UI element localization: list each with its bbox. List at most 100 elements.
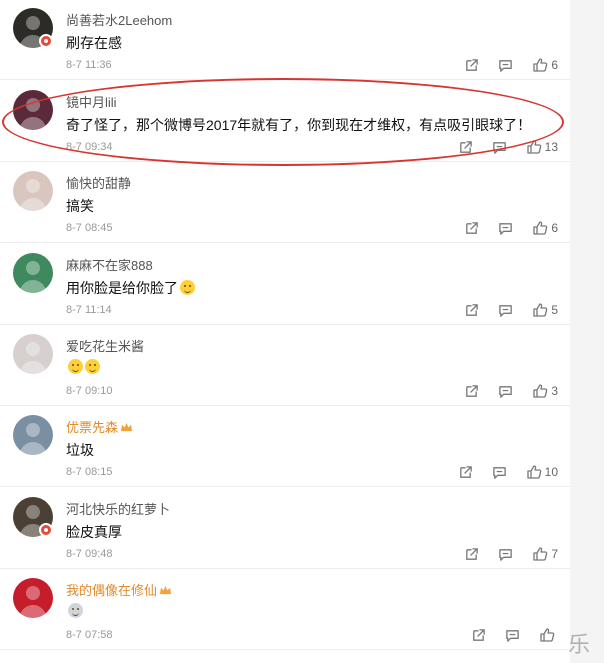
like-button[interactable]: 6 bbox=[532, 57, 558, 73]
username-text[interactable]: 麻麻不在家888 bbox=[66, 258, 153, 273]
avatar[interactable] bbox=[13, 253, 53, 293]
comment-text: 搞笑 bbox=[66, 196, 94, 216]
username[interactable]: 我的偶像在修仙 bbox=[66, 580, 172, 599]
thumbs-up-icon[interactable] bbox=[532, 546, 548, 562]
username[interactable]: 河北快乐的红萝卜 bbox=[66, 499, 170, 518]
emoji-icon bbox=[85, 359, 100, 374]
share-icon[interactable] bbox=[464, 547, 479, 562]
comment-icon[interactable] bbox=[498, 221, 513, 236]
thumbs-up-icon[interactable] bbox=[532, 57, 548, 73]
comment-actions: 5 bbox=[445, 301, 558, 319]
comment-item: 镜中月lili 奇了怪了，那个微博号2017年就有了，你到现在才维权，有点吸引眼球… bbox=[0, 82, 570, 162]
username-text[interactable]: 愉快的甜静 bbox=[66, 176, 131, 191]
comment-icon[interactable] bbox=[498, 384, 513, 399]
emoji-icon bbox=[68, 359, 83, 374]
comment-text bbox=[66, 359, 100, 375]
comment-actions: 7 bbox=[445, 545, 558, 563]
like-button[interactable]: 5 bbox=[532, 302, 558, 318]
thumbs-up-icon[interactable] bbox=[532, 220, 548, 236]
share-icon[interactable] bbox=[464, 58, 479, 73]
username-text[interactable]: 尚善若水2Leehom bbox=[66, 13, 172, 28]
username-text[interactable]: 优票先森 bbox=[66, 420, 118, 435]
avatar[interactable] bbox=[13, 171, 53, 211]
comment-text-content: 奇了怪了，那个微博号2017年就有了，你到现在才维权，有点吸引眼球了！ bbox=[66, 117, 532, 133]
comment-text: 奇了怪了，那个微博号2017年就有了，你到现在才维权，有点吸引眼球了！ bbox=[66, 115, 531, 135]
comment-item: 爱吃花生米酱 8-7 09:10 3 bbox=[0, 326, 570, 406]
username-text[interactable]: 镜中月lili bbox=[66, 95, 117, 110]
username-text[interactable]: 爱吃花生米酱 bbox=[66, 339, 144, 354]
avatar[interactable] bbox=[13, 334, 53, 374]
thumbs-up-icon[interactable] bbox=[526, 464, 542, 480]
share-icon[interactable] bbox=[458, 140, 473, 155]
comment-text: 垃圾 bbox=[66, 440, 94, 460]
comment-text: 刷存在感 bbox=[66, 33, 122, 53]
comment-text-content: 搞笑 bbox=[66, 198, 94, 214]
like-count: 7 bbox=[551, 547, 558, 561]
comment-item: 尚善若水2Leehom 刷存在感 8-7 11:36 6 bbox=[0, 0, 570, 80]
like-button[interactable] bbox=[539, 627, 558, 643]
comment-text bbox=[66, 603, 83, 619]
emoji-icon bbox=[180, 280, 195, 295]
scrollbar-track[interactable] bbox=[570, 0, 604, 663]
comment-icon[interactable] bbox=[492, 140, 507, 155]
comment-text-content: 刷存在感 bbox=[66, 35, 122, 51]
share-icon[interactable] bbox=[458, 465, 473, 480]
username[interactable]: 愉快的甜静 bbox=[66, 173, 131, 192]
like-count: 10 bbox=[544, 465, 558, 479]
vip-crown-icon bbox=[118, 420, 133, 435]
like-button[interactable]: 3 bbox=[532, 383, 558, 399]
comment-timestamp: 8-7 09:10 bbox=[66, 385, 113, 397]
comment-item: 优票先森 垃圾 8-7 08:15 10 bbox=[0, 407, 570, 487]
comment-text: 脸皮真厚 bbox=[66, 522, 122, 542]
comment-timestamp: 8-7 11:14 bbox=[66, 304, 112, 316]
comment-item: 愉快的甜静搞笑 8-7 08:45 6 bbox=[0, 163, 570, 243]
like-button[interactable]: 13 bbox=[526, 139, 558, 155]
avatar[interactable] bbox=[13, 578, 53, 618]
vip-crown-icon bbox=[157, 583, 172, 598]
comment-icon[interactable] bbox=[498, 58, 513, 73]
avatar[interactable] bbox=[13, 415, 53, 455]
comment-text-content: 垃圾 bbox=[66, 442, 94, 458]
comment-text: 用你脸是给你脸了 bbox=[66, 278, 195, 298]
thumbs-up-icon[interactable] bbox=[532, 383, 548, 399]
comment-actions: 10 bbox=[439, 463, 558, 481]
username-text[interactable]: 河北快乐的红萝卜 bbox=[66, 502, 170, 517]
username-text[interactable]: 我的偶像在修仙 bbox=[66, 583, 157, 598]
like-count: 13 bbox=[544, 140, 558, 154]
comment-timestamp: 8-7 08:45 bbox=[66, 222, 113, 234]
comment-actions: 13 bbox=[439, 138, 558, 156]
comment-icon[interactable] bbox=[498, 303, 513, 318]
comment-item: 麻麻不在家888 用你脸是给你脸了 8-7 11:14 5 bbox=[0, 245, 570, 325]
avatar[interactable] bbox=[13, 90, 53, 130]
emoji-icon bbox=[68, 603, 83, 618]
comment-icon[interactable] bbox=[505, 628, 520, 643]
comment-icon[interactable] bbox=[492, 465, 507, 480]
like-count: 6 bbox=[551, 221, 558, 235]
username[interactable]: 优票先森 bbox=[66, 417, 133, 436]
comment-timestamp: 8-7 07:58 bbox=[66, 629, 113, 641]
username[interactable]: 尚善若水2Leehom bbox=[66, 10, 172, 29]
share-icon[interactable] bbox=[464, 384, 479, 399]
comment-timestamp: 8-7 09:34 bbox=[66, 141, 113, 153]
like-button[interactable]: 6 bbox=[532, 220, 558, 236]
like-count: 3 bbox=[551, 384, 558, 398]
comment-actions: 6 bbox=[445, 219, 558, 237]
share-icon[interactable] bbox=[471, 628, 486, 643]
username[interactable]: 镜中月lili bbox=[66, 92, 117, 111]
watermark: 乐 bbox=[568, 633, 591, 658]
comment-text-content: 用你脸是给你脸了 bbox=[66, 280, 178, 296]
comment-text-content: 脸皮真厚 bbox=[66, 524, 122, 540]
like-count: 5 bbox=[551, 303, 558, 317]
username[interactable]: 爱吃花生米酱 bbox=[66, 336, 144, 355]
like-button[interactable]: 7 bbox=[532, 546, 558, 562]
comment-actions bbox=[452, 626, 558, 644]
comment-icon[interactable] bbox=[498, 547, 513, 562]
thumbs-up-icon[interactable] bbox=[532, 302, 548, 318]
thumbs-up-icon[interactable] bbox=[526, 139, 542, 155]
comment-actions: 6 bbox=[445, 56, 558, 74]
username[interactable]: 麻麻不在家888 bbox=[66, 255, 153, 274]
share-icon[interactable] bbox=[464, 303, 479, 318]
thumbs-up-icon[interactable] bbox=[539, 627, 555, 643]
like-button[interactable]: 10 bbox=[526, 464, 558, 480]
share-icon[interactable] bbox=[464, 221, 479, 236]
